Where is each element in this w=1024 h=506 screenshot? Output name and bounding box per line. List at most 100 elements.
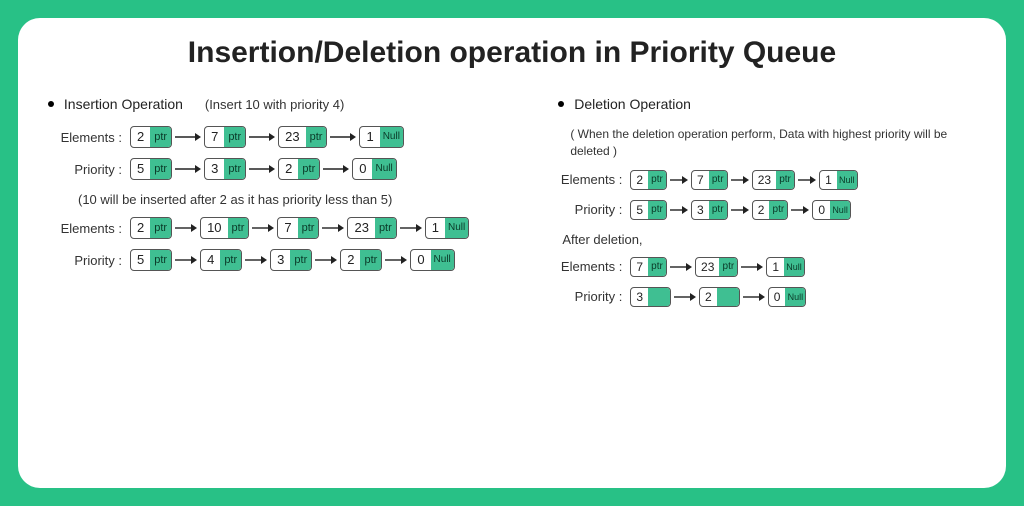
arrow-icon [249,223,277,233]
linked-list-node: 3ptr [270,249,312,271]
deletion-after-elements-row: Elements : 7ptr23ptr1Null [558,257,976,277]
chain: 7ptr23ptr1Null [630,257,805,277]
linked-list-node: 23ptr [278,126,327,148]
linked-list-node: 3ptr [204,158,246,180]
node-null: Null [784,258,804,276]
arrow-icon [242,255,270,265]
row-label-elements: Elements : [558,172,630,187]
deletion-before-elements-row: Elements : 2ptr7ptr23ptr1Null [558,170,976,190]
insertion-after-priority-row: Priority : 5ptr4ptr3ptr2ptr0Null [48,249,528,271]
node-value: 1 [426,218,445,238]
arrow-icon [172,223,200,233]
node-ptr: ptr [224,127,245,147]
linked-list-node: 5ptr [130,249,172,271]
linked-list-node: 3 [630,287,671,307]
linked-list-node: 2ptr [752,200,789,220]
linked-list-node: 1Null [359,126,403,148]
insertion-header-name: Insertion Operation [64,96,183,112]
arrow-icon [327,132,359,142]
arrow-icon [795,175,819,185]
row-label-elements: Elements : [48,130,130,145]
linked-list-node: 23ptr [695,257,738,277]
node-value: 23 [348,218,374,238]
linked-list-node: 3ptr [691,200,728,220]
node-null: Null [785,288,805,306]
node-value: 10 [201,218,227,238]
node-value: 23 [696,258,719,276]
node-ptr: ptr [220,250,241,270]
insertion-note: (10 will be inserted after 2 as it has p… [78,192,528,207]
node-value: 5 [131,159,150,179]
linked-list-node: 4ptr [200,249,242,271]
node-ptr: ptr [769,201,787,219]
chain: 5ptr4ptr3ptr2ptr0Null [130,249,455,271]
linked-list-node: 5ptr [630,200,667,220]
node-value: 5 [131,250,150,270]
node-value: 7 [278,218,297,238]
node-value: 0 [411,250,430,270]
row-label-priority: Priority : [48,162,130,177]
linked-list-node: 2ptr [630,170,667,190]
arrow-icon [397,223,425,233]
chain: 5ptr3ptr2ptr0Null [130,158,397,180]
node-ptr-blank [648,288,670,306]
node-ptr-blank [717,288,739,306]
node-value: 1 [820,171,837,189]
node-value: 2 [131,218,150,238]
linked-list-node: 10ptr [200,217,249,239]
arrow-icon [728,175,752,185]
page-title: Insertion/Deletion operation in Priority… [48,36,976,70]
insertion-before-elements-row: Elements : 2ptr7ptr23ptr1Null [48,126,528,148]
node-value: 2 [341,250,360,270]
node-value: 0 [353,159,372,179]
arrow-icon [667,262,695,272]
arrow-icon [319,223,347,233]
node-ptr: ptr [150,218,171,238]
columns: Insertion Operation (Insert 10 with prio… [48,96,976,317]
chain: 320Null [630,287,806,307]
node-ptr: ptr [709,171,727,189]
node-null: Null [445,218,468,238]
linked-list-node: 1Null [819,170,858,190]
bullet-icon [48,101,54,107]
row-label-priority: Priority : [48,253,130,268]
insertion-header: Insertion Operation (Insert 10 with prio… [48,96,528,112]
bullet-icon [558,101,564,107]
node-value: 2 [753,201,770,219]
node-null: Null [830,201,850,219]
linked-list-node: 5ptr [130,158,172,180]
row-label-priority: Priority : [558,202,630,217]
node-value: 4 [201,250,220,270]
linked-list-node: 2ptr [130,126,172,148]
linked-list-node: 2ptr [340,249,382,271]
linked-list-node: 0Null [410,249,454,271]
linked-list-node: 7ptr [204,126,246,148]
arrow-icon [172,132,204,142]
node-ptr: ptr [290,250,311,270]
node-value: 3 [692,201,709,219]
insertion-after-elements-row: Elements : 2ptr10ptr7ptr23ptr1Null [48,217,528,239]
node-value: 3 [271,250,290,270]
insertion-header-hint: (Insert 10 with priority 4) [205,97,344,112]
node-null: Null [431,250,454,270]
arrow-icon [728,205,752,215]
arrow-icon [738,262,766,272]
linked-list-node: 7ptr [691,170,728,190]
node-ptr: ptr [709,201,727,219]
deletion-before-priority-row: Priority : 5ptr3ptr2ptr0Null [558,200,976,220]
node-value: 2 [131,127,150,147]
node-value: 1 [767,258,784,276]
deletion-header-name: Deletion Operation [574,96,691,112]
arrow-icon [246,164,278,174]
arrow-icon [671,292,699,302]
insertion-column: Insertion Operation (Insert 10 with prio… [48,96,528,317]
linked-list-node: 2 [699,287,740,307]
arrow-icon [320,164,352,174]
linked-list-node: 0Null [352,158,396,180]
node-ptr: ptr [306,127,327,147]
node-ptr: ptr [150,159,171,179]
node-null: Null [837,171,857,189]
node-ptr: ptr [648,201,666,219]
node-value: 1 [360,127,379,147]
diagram-card: Insertion/Deletion operation in Priority… [18,18,1006,488]
